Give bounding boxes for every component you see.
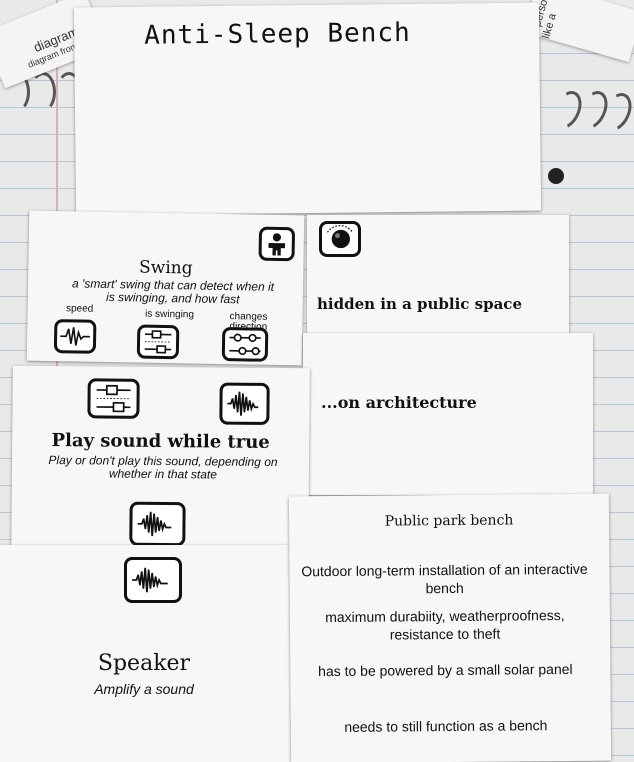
camera-lens-icon <box>319 221 361 257</box>
play-sound-card: Play sound while true Play or don't play… <box>11 365 310 561</box>
audio-waveform-icon <box>219 382 270 425</box>
architecture-text: ...on architecture <box>321 393 477 412</box>
bench-line-1: Outdoor long-term installation of an int… <box>301 560 588 597</box>
swing-card: Swing a 'smart' swing that can detect wh… <box>26 210 305 366</box>
spiral-ring <box>30 72 56 112</box>
is-swinging-label: is swinging <box>144 308 195 321</box>
speaker-card: Speaker Amplify a sound <box>0 545 292 762</box>
public-park-title: Public park bench <box>384 512 514 530</box>
slider-stack-icon <box>87 378 140 419</box>
waveform-pulse-icon <box>53 319 97 354</box>
audio-waveform-icon <box>129 501 186 547</box>
bench-line-4: needs to still function as a bench <box>344 717 548 735</box>
speaker-title: Speaker <box>97 651 191 676</box>
speed-label: speed <box>65 303 94 315</box>
bench-line-3: has to be powered by a small solar panel <box>318 660 573 680</box>
audio-waveform-icon <box>124 557 182 603</box>
title-card: Anti-Sleep Bench <box>73 2 542 216</box>
architecture-card: ...on architecture <box>303 333 593 495</box>
play-sound-title: Play sound while true <box>51 430 270 453</box>
double-slider-icon <box>221 326 269 362</box>
play-sound-subtitle: Play or don't play this sound, depending… <box>48 453 278 482</box>
punch-hole <box>548 168 564 184</box>
hidden-card: hidden in a public space <box>307 215 569 333</box>
speaker-subtitle: Amplify a sound <box>94 681 194 697</box>
photo-scene: diagram diagram from the a person like a… <box>0 0 634 762</box>
hidden-text: hidden in a public space <box>317 295 522 313</box>
bench-line-2: maximum durabiity, weatherproofness, res… <box>325 606 565 643</box>
public-park-card: Public park bench Outdoor long-term inst… <box>288 493 612 762</box>
person-icon <box>258 226 296 262</box>
swing-subtitle: a 'smart' swing that can detect when it … <box>71 276 275 307</box>
title-card-text: Anti-Sleep Bench <box>144 17 411 51</box>
slider-stack-icon <box>136 324 180 360</box>
